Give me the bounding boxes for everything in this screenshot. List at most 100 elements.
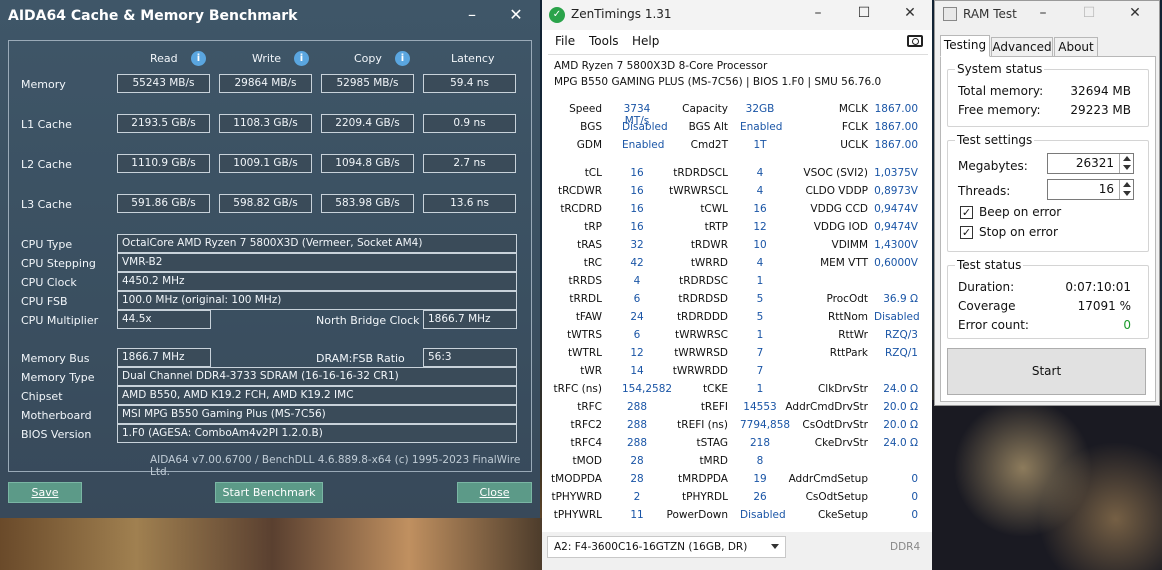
tab-testing[interactable]: Testing bbox=[940, 35, 990, 57]
cpu-multiplier-label: CPU Multiplier bbox=[21, 314, 99, 327]
stop-on-error-checkbox[interactable]: ✓ bbox=[960, 226, 973, 239]
start-benchmark-button[interactable]: Start Benchmark bbox=[215, 482, 323, 503]
timing-value: 1 bbox=[756, 383, 764, 395]
total-memory-value: 32694 MB bbox=[1070, 84, 1131, 98]
timing-value: 7794,858 bbox=[740, 419, 791, 431]
stop-on-error-label[interactable]: Stop on error bbox=[979, 225, 1058, 239]
system-status-group bbox=[947, 69, 1149, 127]
timing-value: Disabled bbox=[740, 509, 786, 521]
timing-label: VDDG IOD bbox=[813, 221, 868, 233]
timing-value: 2 bbox=[633, 491, 641, 503]
duration-value: 0:07:10:01 bbox=[1065, 280, 1131, 294]
timing-value: 1867.00 bbox=[874, 103, 918, 115]
stepper-arrows-icon[interactable] bbox=[1119, 180, 1133, 199]
timing-value: 16 bbox=[630, 167, 644, 179]
timing-label: tCL bbox=[584, 167, 602, 179]
memory-bus-label: Memory Bus bbox=[21, 352, 90, 365]
timing-value: 24.0 Ω bbox=[883, 383, 918, 395]
read-info-icon[interactable]: i bbox=[191, 51, 206, 66]
error-count-label: Error count: bbox=[958, 318, 1029, 332]
timing-label: tRCDRD bbox=[560, 203, 602, 215]
timing-label: tWTRS bbox=[567, 329, 602, 341]
latency-header: Latency bbox=[451, 52, 495, 65]
l1-latency: 0.9 ns bbox=[423, 114, 516, 133]
timing-label: CkeSetup bbox=[817, 509, 868, 521]
duration-label: Duration: bbox=[958, 280, 1015, 294]
timing-value: 4 bbox=[756, 185, 764, 197]
timing-value: 1 bbox=[756, 329, 764, 341]
l1-copy: 2209.4 GB/s bbox=[321, 114, 414, 133]
beep-on-error-checkbox[interactable]: ✓ bbox=[960, 206, 973, 219]
memory-label: Memory bbox=[21, 78, 66, 91]
bios-value: 1.F0 (AGESA: ComboAm4v2PI 1.2.0.B) bbox=[117, 424, 517, 443]
l3-copy: 583.98 GB/s bbox=[321, 194, 414, 213]
timing-label: tRTP bbox=[704, 221, 728, 233]
timing-label: tRAS bbox=[577, 239, 602, 251]
threads-stepper[interactable]: 16 bbox=[1047, 179, 1134, 200]
maximize-icon[interactable]: ☐ bbox=[854, 5, 874, 21]
dram-fsb-value: 56:3 bbox=[423, 348, 517, 367]
timing-label: tRC bbox=[583, 257, 602, 269]
coverage-label: Coverage bbox=[958, 299, 1016, 313]
timing-value: 0,9474V bbox=[874, 203, 918, 215]
memory-read: 55243 MB/s bbox=[117, 74, 210, 93]
close-icon[interactable]: ✕ bbox=[1125, 5, 1145, 21]
minimize-icon[interactable]: – bbox=[460, 4, 484, 26]
timing-value: 0 bbox=[911, 473, 918, 485]
start-button[interactable]: Start bbox=[947, 348, 1146, 395]
memory-latency: 59.4 ns bbox=[423, 74, 516, 93]
l2-read: 1110.9 GB/s bbox=[117, 154, 210, 173]
close-icon[interactable]: ✕ bbox=[900, 5, 920, 21]
timing-value: 16 bbox=[630, 185, 644, 197]
menu-file[interactable]: File bbox=[555, 34, 575, 48]
ramtest-window: RAM Test – ☐ ✕ Testing Advanced About Sy… bbox=[934, 0, 1160, 406]
close-button[interactable]: Close bbox=[457, 482, 532, 503]
menu-tools[interactable]: Tools bbox=[589, 34, 619, 48]
timing-value: 24.0 Ω bbox=[883, 437, 918, 449]
menu-help[interactable]: Help bbox=[632, 34, 659, 48]
footer-copyright: AIDA64 v7.00.6700 / BenchDLL 4.6.889.8-x… bbox=[150, 454, 521, 478]
save-button[interactable]: Save bbox=[8, 482, 82, 503]
timing-value: 28 bbox=[630, 455, 644, 467]
minimize-icon[interactable]: – bbox=[1033, 5, 1053, 21]
window-title: ZenTimings 1.31 bbox=[571, 7, 672, 21]
timing-label: tWRRD bbox=[690, 257, 728, 269]
tab-advanced[interactable]: Advanced bbox=[991, 37, 1053, 57]
close-icon[interactable]: ✕ bbox=[504, 4, 528, 26]
timing-label: CkeDrvStr bbox=[814, 437, 868, 449]
memory-type-value: Dual Channel DDR4-3733 SDRAM (16-16-16-3… bbox=[117, 367, 517, 386]
timing-label: tRDRDSCL bbox=[673, 167, 728, 179]
timing-label: PowerDown bbox=[666, 509, 729, 521]
timing-label: tREFI (ns) bbox=[677, 419, 728, 431]
test-settings-title: Test settings bbox=[955, 133, 1035, 147]
timing-value: 7 bbox=[756, 347, 764, 359]
dimm-select[interactable]: A2: F4-3600C16-16GTZN (16GB, DR) bbox=[547, 536, 786, 558]
tab-about[interactable]: About bbox=[1054, 37, 1098, 57]
chevron-down-icon[interactable] bbox=[771, 544, 779, 549]
maximize-icon: ☐ bbox=[1082, 5, 1096, 21]
minimize-icon[interactable]: – bbox=[808, 5, 828, 21]
l3-label: L3 Cache bbox=[21, 198, 72, 211]
screenshot-icon[interactable] bbox=[907, 35, 923, 47]
timing-value: 42 bbox=[630, 257, 644, 269]
timing-label: RttNom bbox=[827, 311, 868, 323]
l2-label: L2 Cache bbox=[21, 158, 72, 171]
timing-label: tPHYRDL bbox=[682, 491, 728, 503]
cpu-fsb-value: 100.0 MHz (original: 100 MHz) bbox=[117, 291, 517, 310]
timing-value: Enabled bbox=[622, 139, 665, 151]
stepper-arrows-icon[interactable] bbox=[1119, 154, 1133, 173]
timing-value: Enabled bbox=[740, 121, 783, 133]
free-memory-value: 29223 MB bbox=[1070, 103, 1131, 117]
copy-info-icon[interactable]: i bbox=[395, 51, 410, 66]
timing-value: 7 bbox=[756, 365, 764, 377]
timing-value: 16 bbox=[630, 203, 644, 215]
write-info-icon[interactable]: i bbox=[294, 51, 309, 66]
timing-value: 32 bbox=[630, 239, 644, 251]
timing-value: 0,9474V bbox=[874, 221, 918, 233]
timing-label: FCLK bbox=[841, 121, 868, 133]
beep-on-error-label[interactable]: Beep on error bbox=[979, 205, 1061, 219]
timing-value: RZQ/3 bbox=[885, 329, 918, 341]
bios-label: BIOS Version bbox=[21, 428, 92, 441]
timing-value: 8 bbox=[756, 455, 764, 467]
megabytes-stepper[interactable]: 26321 bbox=[1047, 153, 1134, 174]
